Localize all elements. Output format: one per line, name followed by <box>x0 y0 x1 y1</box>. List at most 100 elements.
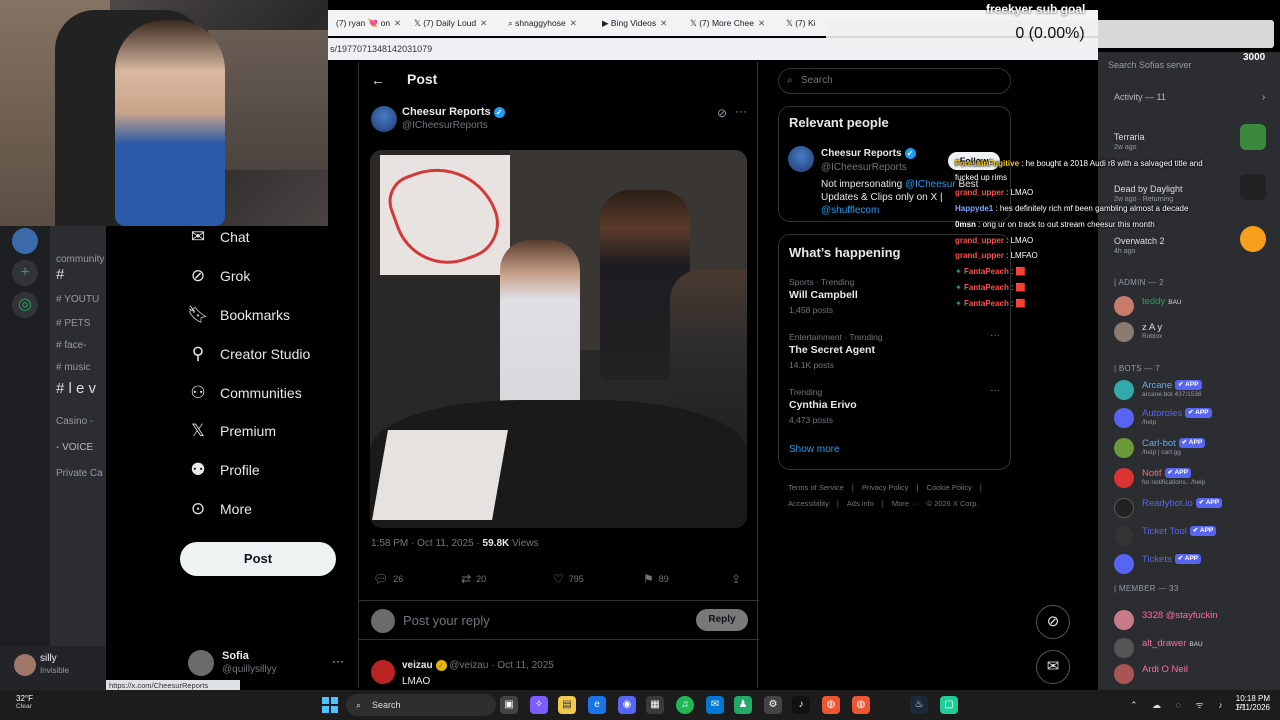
footer-link[interactable]: Terms of Service <box>788 483 844 492</box>
file-explorer-icon[interactable]: ▤ <box>558 696 576 714</box>
copilot-icon[interactable]: ✧ <box>530 696 548 714</box>
member-item[interactable]: Carl-bot ✔ APP/help | carl.gg <box>1114 438 1274 460</box>
tiktok-icon[interactable]: ♪ <box>792 696 810 714</box>
show-more-link[interactable]: Show more <box>789 444 840 455</box>
footer-link[interactable]: More ··· <box>892 499 919 508</box>
reply-author-avatar[interactable] <box>371 660 395 684</box>
member-item[interactable]: Ardi O Neil <box>1114 664 1274 686</box>
nav-premium[interactable]: 𝕏 Premium <box>188 417 276 445</box>
author-name[interactable]: Cheesur Reports ✓ <box>402 106 505 118</box>
spotify-icon[interactable]: ♫ <box>676 696 694 714</box>
member-item[interactable]: Autoroles ✔ APP/help <box>1114 408 1274 430</box>
add-server-icon[interactable]: + <box>12 260 38 286</box>
store-icon[interactable]: ▦ <box>646 696 664 714</box>
more-icon[interactable]: ··· <box>990 385 1000 396</box>
channel-category[interactable]: community <box>56 254 104 265</box>
close-icon[interactable]: ✕ <box>394 18 401 28</box>
member-item[interactable]: Arcane ✔ APP arcane.bot 437/1536 <box>1114 380 1274 402</box>
server-search-input[interactable]: Search Sofias server <box>1108 56 1250 74</box>
channel-category[interactable]: Private Ca <box>56 468 103 479</box>
explore-icon[interactable]: ◎ <box>12 292 38 318</box>
grok-float-button[interactable]: ⊘ <box>1036 605 1070 639</box>
post-media-image[interactable] <box>370 150 747 528</box>
reply-input[interactable]: Post your reply <box>403 613 490 628</box>
nav-grok[interactable]: ⊘ Grok <box>188 262 250 290</box>
server-icon[interactable] <box>12 228 38 254</box>
trend-name[interactable]: Cynthia Erivo <box>789 399 857 411</box>
chevron-right-icon[interactable]: › <box>1262 92 1265 103</box>
relevant-name[interactable]: Cheesur Reports ✓ <box>821 148 916 159</box>
channel-category[interactable]: - VOICE <box>56 442 93 453</box>
nav-communities[interactable]: ⚇ Communities <box>188 379 301 407</box>
footer-link[interactable]: Ads info <box>847 499 874 508</box>
steam-icon[interactable]: ⚙ <box>764 696 782 714</box>
app-icon[interactable]: ▢ <box>940 696 958 714</box>
close-icon[interactable]: ✕ <box>570 18 577 28</box>
windows-start-icon[interactable] <box>322 697 338 713</box>
grok-icon[interactable]: ⊘ <box>717 106 727 120</box>
task-view-icon[interactable]: ▣ <box>500 696 518 714</box>
footer-link[interactable]: Privacy Policy <box>862 483 909 492</box>
reply-button[interactable]: Reply <box>696 609 748 631</box>
member-item[interactable]: 3328 @stayfuckin <box>1114 610 1274 632</box>
browser-tab[interactable]: 𝕏 (7) Daily Loud ✕ <box>408 14 496 32</box>
reply-author[interactable]: veizau ✓ @veizau · Oct 11, 2025 <box>402 660 554 671</box>
browser-tab[interactable]: (7) ryan 💘 on ✕ <box>330 14 402 32</box>
member-item[interactable]: z A y Roblox <box>1114 322 1274 344</box>
trend-name[interactable]: Will Campbell <box>789 289 858 301</box>
search-input[interactable]: ⌕ Search <box>778 68 1011 94</box>
nav-more[interactable]: ⊙ More <box>188 495 252 523</box>
author-avatar[interactable] <box>371 106 397 132</box>
taskbar-search[interactable]: ⌕ Search <box>346 694 496 716</box>
channel-item[interactable]: # l e v <box>56 380 96 397</box>
clock[interactable]: 10:18 PM 1/11/2026 <box>1232 694 1270 712</box>
member-item[interactable]: Tickets ✔ APP <box>1114 554 1274 576</box>
mail-icon[interactable]: ✉ <box>706 696 724 714</box>
like-action[interactable]: ♡ 795 <box>553 572 584 586</box>
account-avatar[interactable] <box>188 650 214 676</box>
post-button[interactable]: Post <box>180 542 336 576</box>
channel-item[interactable]: # music <box>56 362 90 373</box>
weather-widget[interactable]: 32°F Clear <box>16 694 33 710</box>
trend-name[interactable]: The Secret Agent <box>789 344 875 356</box>
author-handle[interactable]: @ICheesurReports <box>402 120 488 131</box>
nav-chat[interactable]: ✉ Chat <box>188 223 250 251</box>
more-icon[interactable]: ··· <box>990 330 1000 341</box>
back-arrow-icon[interactable]: ← <box>371 72 385 88</box>
channel-item[interactable]: # YOUTU <box>56 294 99 305</box>
browser-tab[interactable]: 𝕏 (7) Ki <box>780 14 820 32</box>
reply-action[interactable]: 💬︎ 26 <box>373 572 403 586</box>
close-icon[interactable]: ✕ <box>480 18 487 28</box>
repost-action[interactable]: ⇄ 20 <box>461 572 486 586</box>
bio-link[interactable]: @shufflecom <box>821 205 879 216</box>
close-icon[interactable]: ✕ <box>758 18 765 28</box>
app-icon[interactable]: ♟ <box>734 696 752 714</box>
member-item[interactable]: Notif ✔ APP for notifications.. /help <box>1114 468 1274 490</box>
browser-tab[interactable]: ⌕ shnaggyhose ✕ <box>502 14 592 32</box>
footer-link[interactable]: Cookie Policy <box>926 483 971 492</box>
channel-item[interactable]: # <box>56 266 64 283</box>
bookmark-action[interactable]: ⚑ 89 <box>643 572 669 586</box>
edge-icon[interactable]: e <box>588 696 606 714</box>
channel-item[interactable]: # face- <box>56 340 87 351</box>
steam-icon[interactable]: ♨ <box>910 696 928 714</box>
more-icon[interactable]: ··· <box>735 104 747 118</box>
chrome-icon[interactable]: ◍ <box>852 696 870 714</box>
bio-link[interactable]: @ICheesur <box>905 179 956 190</box>
member-item[interactable]: alt_drawer BAU <box>1114 638 1274 660</box>
channel-category[interactable]: Casino - <box>56 416 93 427</box>
member-item[interactable]: Ticket Tool ✔ APP <box>1114 526 1274 548</box>
account-name[interactable]: Sofia <box>222 650 249 662</box>
member-item[interactable]: Readybot.io ✔ APP <box>1114 498 1274 520</box>
avatar[interactable] <box>14 654 36 676</box>
messages-float-button[interactable]: ✉ <box>1036 650 1070 684</box>
channel-item[interactable]: # PETS <box>56 318 90 329</box>
footer-link[interactable]: Accessibility <box>788 499 829 508</box>
discord-icon[interactable]: ◉ <box>618 696 636 714</box>
browser-tab[interactable]: 𝕏 (7) More Chee ✕ <box>684 14 776 32</box>
nav-bookmarks[interactable]: 🔖︎ Bookmarks <box>187 301 290 329</box>
nav-profile[interactable]: ⚉ Profile <box>188 456 259 484</box>
activity-header[interactable]: Activity — 11 <box>1114 92 1166 102</box>
activity-game[interactable]: Terraria <box>1114 132 1145 142</box>
share-action[interactable]: ⇪ <box>731 572 746 586</box>
